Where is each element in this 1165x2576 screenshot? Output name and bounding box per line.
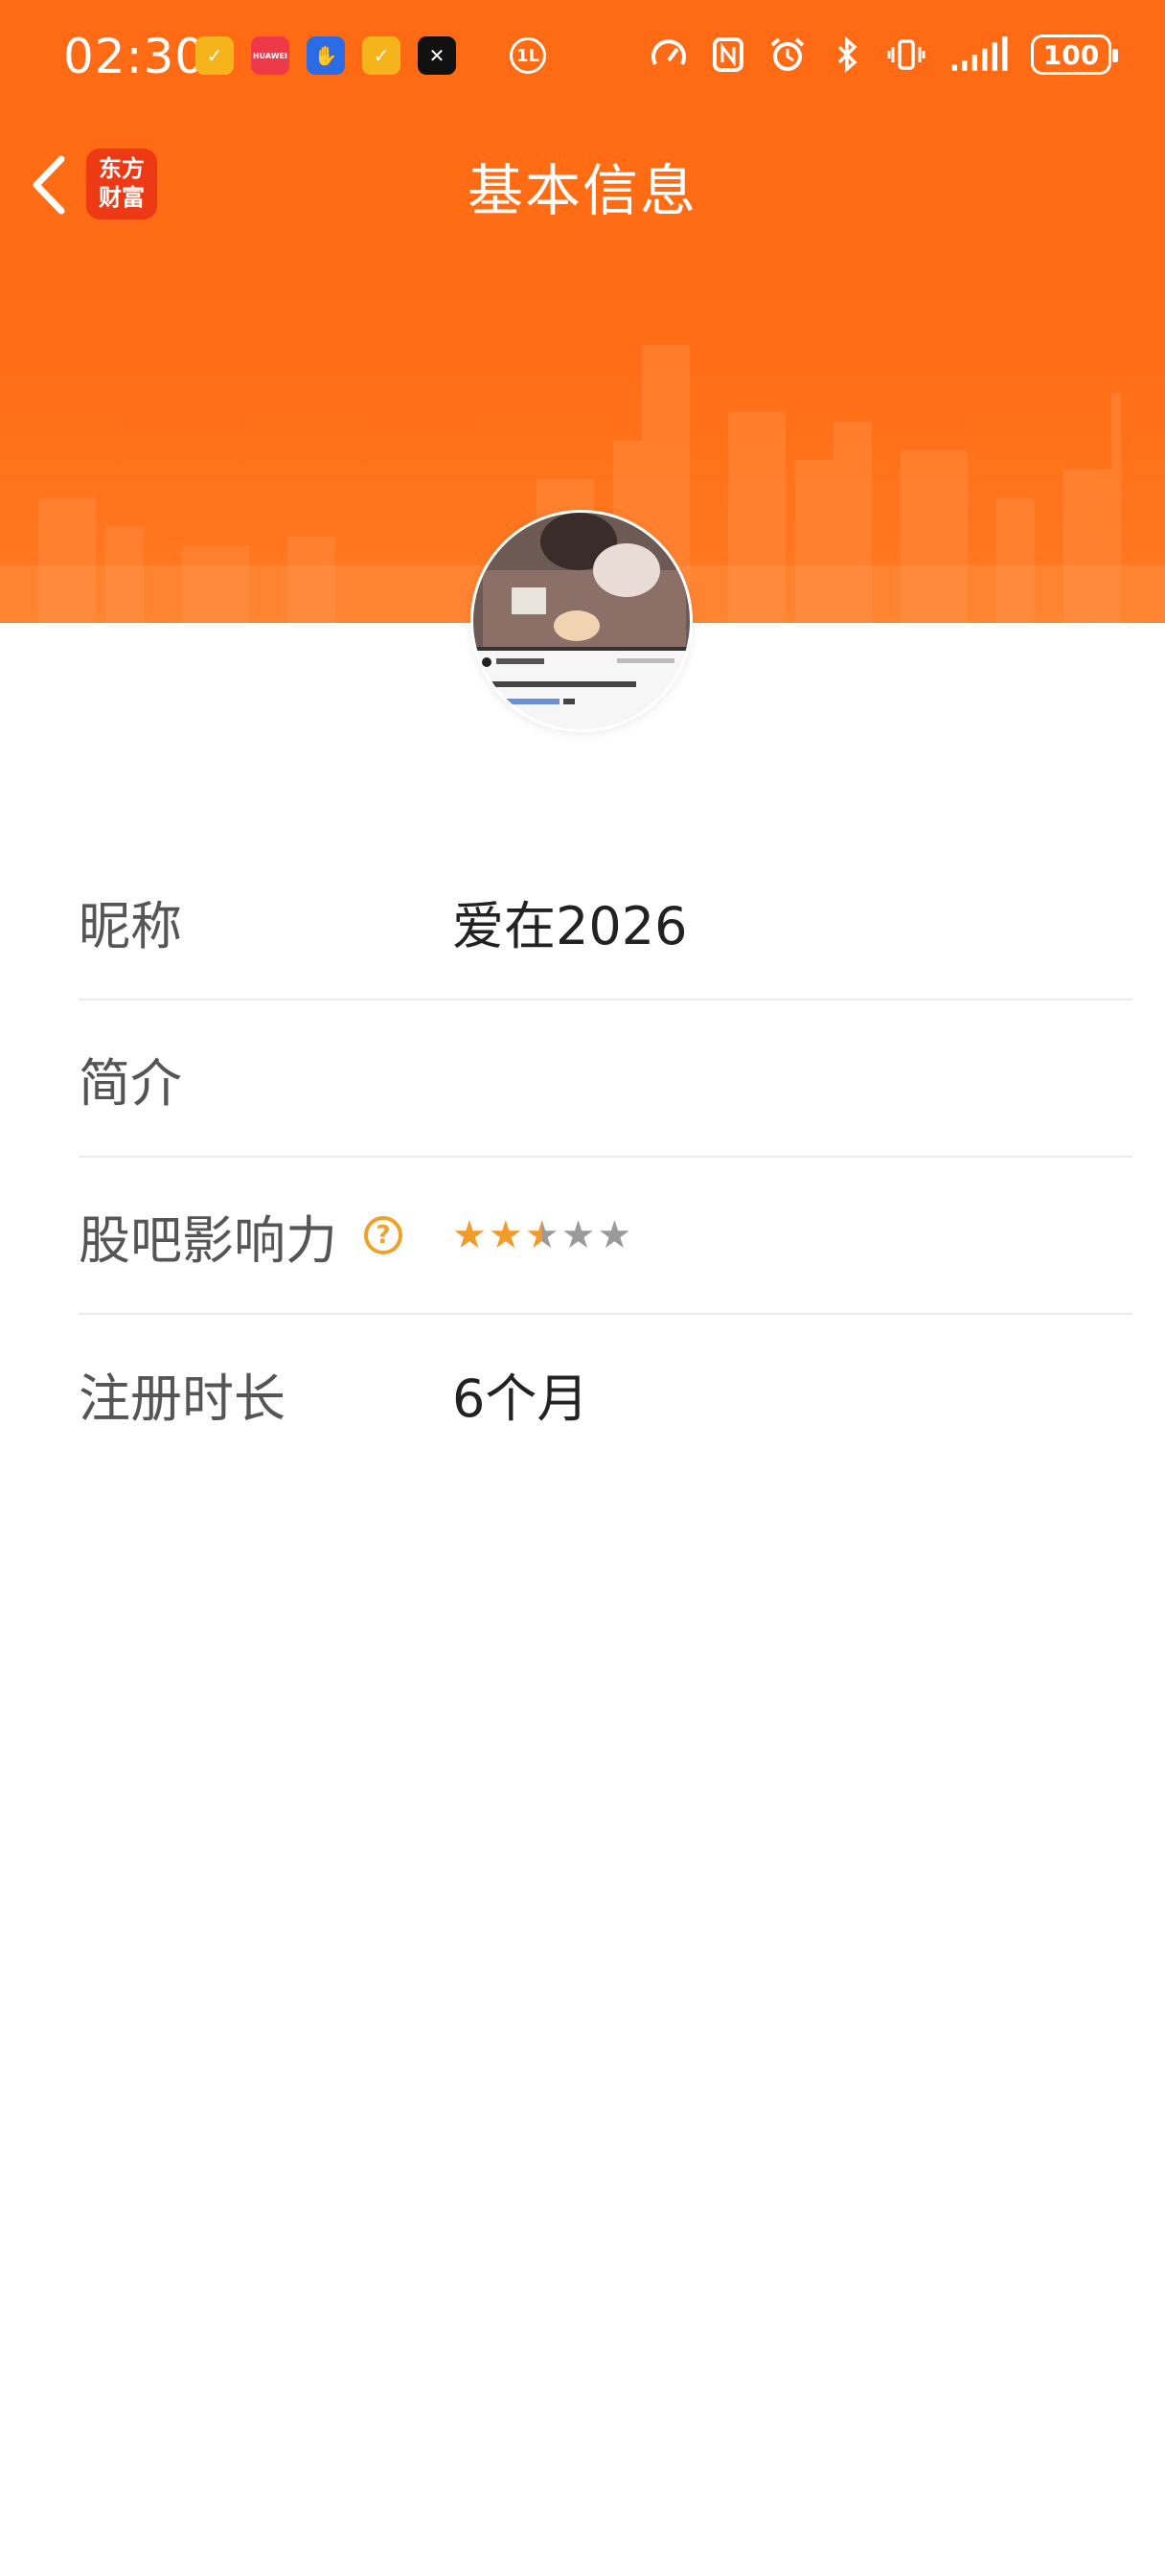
system-icons: 100	[650, 34, 1118, 75]
huawei-label: HUAWEI	[252, 51, 288, 60]
bluetooth-icon	[837, 36, 857, 73]
avatar-image	[473, 513, 690, 729]
nickname-label: 昵称	[79, 895, 182, 956]
status-bar: 02:30 ✓ HUAWEI ✋ ✓ ✕ 1L 100	[0, 0, 1165, 115]
status-time: 02:30	[63, 29, 207, 84]
nickname-row: 昵称 爱在2026	[79, 843, 1132, 1000]
data-saver-label: 1L	[516, 45, 539, 66]
logo-line-2: 财富	[99, 184, 145, 211]
star-icon: ★	[597, 1213, 632, 1257]
battery-indicator: 100	[1031, 34, 1118, 75]
alarm-icon	[770, 37, 805, 71]
star-icon: ★	[452, 1213, 487, 1257]
chevron-left-icon	[33, 155, 65, 215]
battery-level: 100	[1042, 38, 1100, 71]
bio-label: 简介	[79, 1052, 182, 1114]
vibrate-icon	[887, 39, 925, 70]
logo-line-1: 东方	[99, 155, 145, 182]
star-icon: ★	[488, 1213, 523, 1257]
huawei-store-icon: HUAWEI	[251, 36, 289, 75]
app-yellow-icon-2: ✓	[362, 36, 400, 75]
star-icon: ★	[524, 1213, 560, 1257]
nfc-icon	[713, 37, 743, 72]
bio-row: 简介	[79, 1000, 1132, 1158]
signal-icon	[951, 36, 1008, 71]
help-icon[interactable]: ?	[364, 1216, 402, 1254]
back-button[interactable]	[21, 151, 79, 218]
star-icon: ★	[560, 1213, 596, 1257]
avatar[interactable]	[470, 510, 693, 732]
notification-icons: ✓ HUAWEI ✋ ✓ ✕ 1L	[195, 36, 546, 75]
capcut-icon: ✕	[418, 36, 456, 75]
influence-stars: ★ ★ ★ ★ ★	[452, 1216, 631, 1254]
eastmoney-logo[interactable]: 东方 财富	[86, 149, 157, 219]
register-duration-value: 6个月	[452, 1368, 589, 1429]
hand-app-icon: ✋	[307, 36, 345, 75]
profile-info-list: 昵称 爱在2026 简介 股吧影响力 ? ★ ★ ★ ★ ★ 注册时长 6个月	[79, 843, 1132, 1472]
register-duration-row: 注册时长 6个月	[79, 1315, 1132, 1472]
influence-label-group: 股吧影响力 ?	[79, 1198, 452, 1274]
register-duration-label: 注册时长	[79, 1368, 286, 1429]
speedometer-icon	[651, 39, 686, 65]
profile-basic-info-screen: 02:30 ✓ HUAWEI ✋ ✓ ✕ 1L 100 东方 财富 基本信息 昵…	[0, 0, 1165, 2576]
data-saver-icon: 1L	[510, 37, 546, 74]
influence-row: 股吧影响力 ? ★ ★ ★ ★ ★	[79, 1158, 1132, 1315]
app-yellow-icon: ✓	[195, 36, 234, 75]
influence-label: 股吧影响力	[79, 1209, 337, 1271]
nickname-value: 爱在2026	[452, 895, 688, 956]
